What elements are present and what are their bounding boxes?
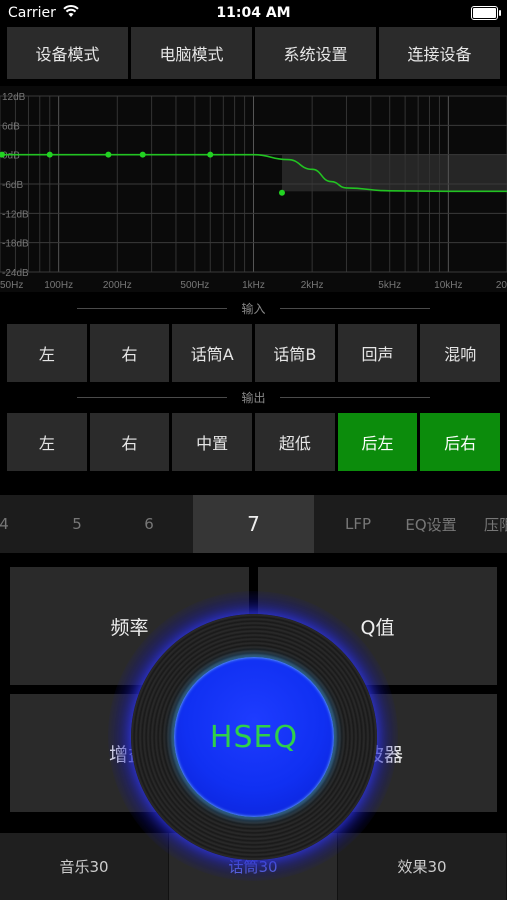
eq-control-point <box>46 151 53 158</box>
output-rear-left-button[interactable]: 后左 <box>337 413 418 471</box>
output-section-label: 输出 <box>0 387 507 407</box>
output-button-row: 左 右 中置 超低 后左 后右 <box>7 413 501 471</box>
top-tab-bar: 设备模式 电脑模式 系统设置 连接设备 <box>7 27 500 79</box>
chart-x-tick-label: 500Hz <box>180 280 209 291</box>
chart-y-tick-label: -18dB <box>2 239 29 250</box>
band-limiter[interactable]: 压限 <box>484 495 507 553</box>
chart-y-tick-label: -6dB <box>2 180 23 191</box>
tab-pc-mode[interactable]: 电脑模式 <box>131 27 252 79</box>
eq-control-point <box>105 151 112 158</box>
tab-effect-30[interactable]: 效果30 <box>338 833 507 900</box>
tab-music-30[interactable]: 音乐30 <box>0 833 169 900</box>
output-label: 输出 <box>241 390 266 405</box>
input-right-button[interactable]: 右 <box>89 324 170 382</box>
battery-icon <box>471 6 501 20</box>
input-reverb-button[interactable]: 混响 <box>420 324 501 382</box>
input-mic-a-button[interactable]: 话筒A <box>172 324 253 382</box>
tab-device-mode[interactable]: 设备模式 <box>7 27 128 79</box>
input-left-button[interactable]: 左 <box>7 324 87 382</box>
input-mic-b-button[interactable]: 话筒B <box>255 324 335 382</box>
band-eq-settings[interactable]: EQ设置 <box>396 495 466 553</box>
band-4[interactable]: 4 <box>0 495 22 553</box>
status-bar: Carrier 11:04 AM <box>0 0 507 26</box>
output-rear-right-button[interactable]: 后右 <box>420 413 501 471</box>
chart-x-tick-label: 1kHz <box>242 280 265 291</box>
tab-system-settings[interactable]: 系统设置 <box>255 27 376 79</box>
band-5[interactable]: 5 <box>52 495 102 553</box>
band-7[interactable]: 7 <box>193 495 314 553</box>
chart-y-tick-label: 0dB <box>2 151 20 162</box>
input-label: 输入 <box>241 301 266 316</box>
chart-y-tick-label: -24dB <box>2 268 29 279</box>
eq-control-point <box>139 151 146 158</box>
band-6[interactable]: 6 <box>124 495 174 553</box>
input-section-label: 输入 <box>0 298 507 318</box>
clock: 11:04 AM <box>216 5 291 21</box>
chart-y-tick-label: 6dB <box>2 121 20 132</box>
knob-center[interactable]: HSEQ <box>174 657 334 817</box>
eq-curve-chart[interactable]: 12dB 6dB 0dB -6dB -12dB -18dB -24dB50Hz 100Hz 20… <box>0 86 507 292</box>
input-echo-button[interactable]: 回声 <box>337 324 418 382</box>
output-subwoofer-button[interactable]: 超低 <box>255 413 335 471</box>
band-lfp[interactable]: LFP <box>332 495 384 553</box>
eq-control-point <box>278 189 285 196</box>
tab-connect-device[interactable]: 连接设备 <box>379 27 500 79</box>
output-left-button[interactable]: 左 <box>7 413 87 471</box>
eq-control-point <box>207 151 214 158</box>
band-selector: 4 5 6 7 LFP EQ设置 压限 <box>0 495 507 553</box>
chart-x-tick-label: 10kHz <box>434 280 462 291</box>
knob-label: HSEQ <box>209 719 299 755</box>
chart-x-tick-label: 50Hz <box>0 280 23 291</box>
chart-x-tick-label: 100Hz <box>44 280 73 291</box>
chart-x-tick-label: 200Hz <box>103 280 132 291</box>
chart-x-tick-label: 20 <box>496 280 507 291</box>
chart-y-tick-label: -12dB <box>2 209 29 220</box>
chart-y-tick-label: 12dB <box>2 92 26 103</box>
chart-highlight-range <box>281 154 507 192</box>
chart-x-tick-label: 5kHz <box>378 280 401 291</box>
output-right-button[interactable]: 右 <box>89 413 170 471</box>
output-center-button[interactable]: 中置 <box>172 413 253 471</box>
input-button-row: 左 右 话筒A 话筒B 回声 混响 <box>7 324 501 382</box>
chart-x-tick-label: 2kHz <box>301 280 324 291</box>
